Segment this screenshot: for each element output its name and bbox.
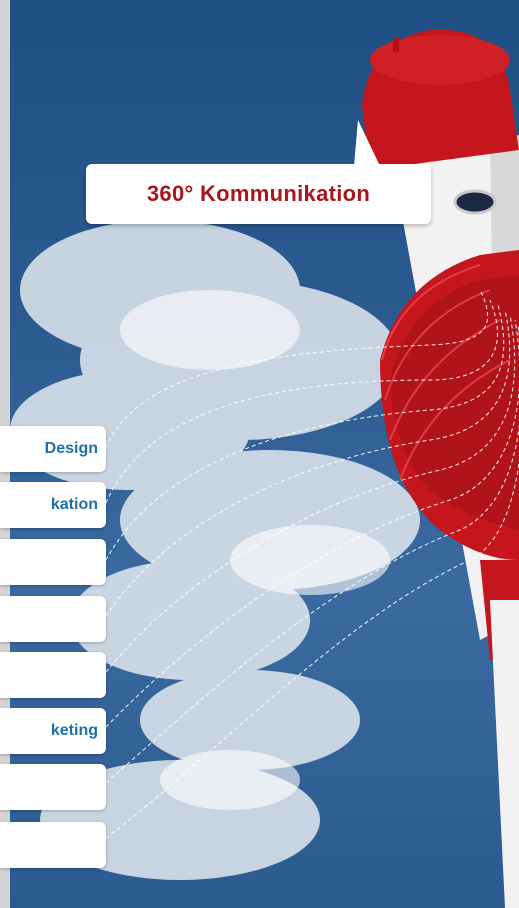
menu-item-7[interactable] bbox=[0, 764, 106, 810]
lighthouse-tower bbox=[362, 29, 519, 908]
hero-banner: 360° Kommunikation Design kation keting bbox=[0, 0, 519, 908]
menu-item-8[interactable] bbox=[0, 822, 106, 868]
menu-item-5[interactable] bbox=[0, 652, 106, 698]
menu-item-design[interactable]: Design bbox=[0, 426, 106, 472]
menu-item-kommunikation[interactable]: kation bbox=[0, 482, 106, 528]
headline-callout: 360° Kommunikation bbox=[86, 120, 431, 224]
menu-item-label: keting bbox=[50, 722, 98, 739]
menu-item-label: kation bbox=[50, 496, 98, 513]
menu-item-marketing[interactable]: keting bbox=[0, 708, 106, 754]
headline-text: 360° Kommunikation bbox=[146, 181, 371, 206]
menu-item-4[interactable] bbox=[0, 596, 106, 642]
menu-item-label: Design bbox=[44, 440, 98, 457]
menu-item-3[interactable] bbox=[0, 539, 106, 585]
